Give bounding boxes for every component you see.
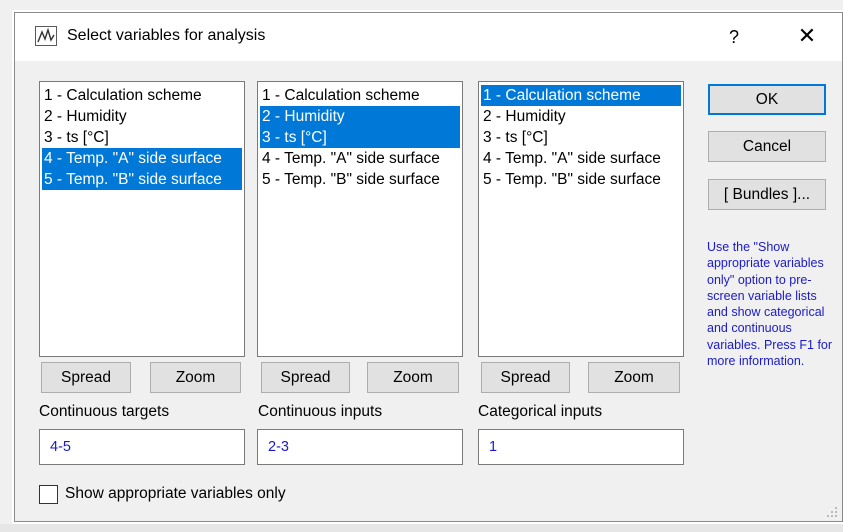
continuous-inputs-field[interactable]: 2-3 <box>257 429 463 465</box>
categorical-inputs-field[interactable]: 1 <box>478 429 684 465</box>
spread-button-inputs[interactable]: Spread <box>261 362 350 393</box>
bundles-button[interactable]: [ Bundles ]... <box>708 179 826 210</box>
list-item[interactable]: 1 - Calculation scheme <box>42 85 242 106</box>
title-bar: Select variables for analysis ? ✕ <box>15 13 842 61</box>
list-item[interactable]: 4 - Temp. "A" side surface <box>42 148 242 169</box>
list-item[interactable]: 3 - ts [°C] <box>260 127 460 148</box>
ok-button[interactable]: OK <box>708 84 826 115</box>
show-appropriate-checkbox[interactable] <box>39 485 58 504</box>
hint-text: Use the "Show appropriate variables only… <box>707 240 833 369</box>
continuous-inputs-label: Continuous inputs <box>258 403 383 420</box>
select-variables-dialog: Select variables for analysis ? ✕ 1 - Ca… <box>14 12 843 522</box>
spread-button-targets[interactable]: Spread <box>41 362 131 393</box>
categorical-inputs-listbox[interactable]: 1 - Calculation scheme 2 - Humidity 3 - … <box>478 81 684 357</box>
continuous-targets-field[interactable]: 4-5 <box>39 429 245 465</box>
list-item[interactable]: 5 - Temp. "B" side surface <box>260 169 460 190</box>
list-item[interactable]: 2 - Humidity <box>260 106 460 127</box>
continuous-targets-label: Continuous targets <box>39 403 170 420</box>
zoom-button-inputs[interactable]: Zoom <box>367 362 459 393</box>
help-button[interactable]: ? <box>715 21 753 53</box>
zoom-button-targets[interactable]: Zoom <box>150 362 241 393</box>
list-item[interactable]: 4 - Temp. "A" side surface <box>260 148 460 169</box>
list-item[interactable]: 1 - Calculation scheme <box>481 85 681 106</box>
cancel-button[interactable]: Cancel <box>708 131 826 162</box>
list-item[interactable]: 5 - Temp. "B" side surface <box>42 169 242 190</box>
dialog-title: Select variables for analysis <box>67 27 266 44</box>
background-strip-left <box>0 0 12 532</box>
list-item[interactable]: 3 - ts [°C] <box>481 127 681 148</box>
zoom-button-categorical[interactable]: Zoom <box>588 362 680 393</box>
show-appropriate-label[interactable]: Show appropriate variables only <box>65 485 286 503</box>
resize-grip-icon[interactable] <box>826 505 838 517</box>
background-strip-top <box>0 0 843 10</box>
continuous-inputs-listbox[interactable]: 1 - Calculation scheme 2 - Humidity 3 - … <box>257 81 463 357</box>
list-item[interactable]: 4 - Temp. "A" side surface <box>481 148 681 169</box>
spread-button-categorical[interactable]: Spread <box>481 362 570 393</box>
list-item[interactable]: 1 - Calculation scheme <box>260 85 460 106</box>
close-button[interactable]: ✕ <box>785 21 829 53</box>
list-item[interactable]: 2 - Humidity <box>42 106 242 127</box>
list-item[interactable]: 2 - Humidity <box>481 106 681 127</box>
chart-app-icon <box>35 26 57 46</box>
list-item[interactable]: 3 - ts [°C] <box>42 127 242 148</box>
background-strip-bottom <box>0 524 843 532</box>
categorical-inputs-label: Categorical inputs <box>478 403 603 420</box>
list-item[interactable]: 5 - Temp. "B" side surface <box>481 169 681 190</box>
continuous-targets-listbox[interactable]: 1 - Calculation scheme 2 - Humidity 3 - … <box>39 81 245 357</box>
